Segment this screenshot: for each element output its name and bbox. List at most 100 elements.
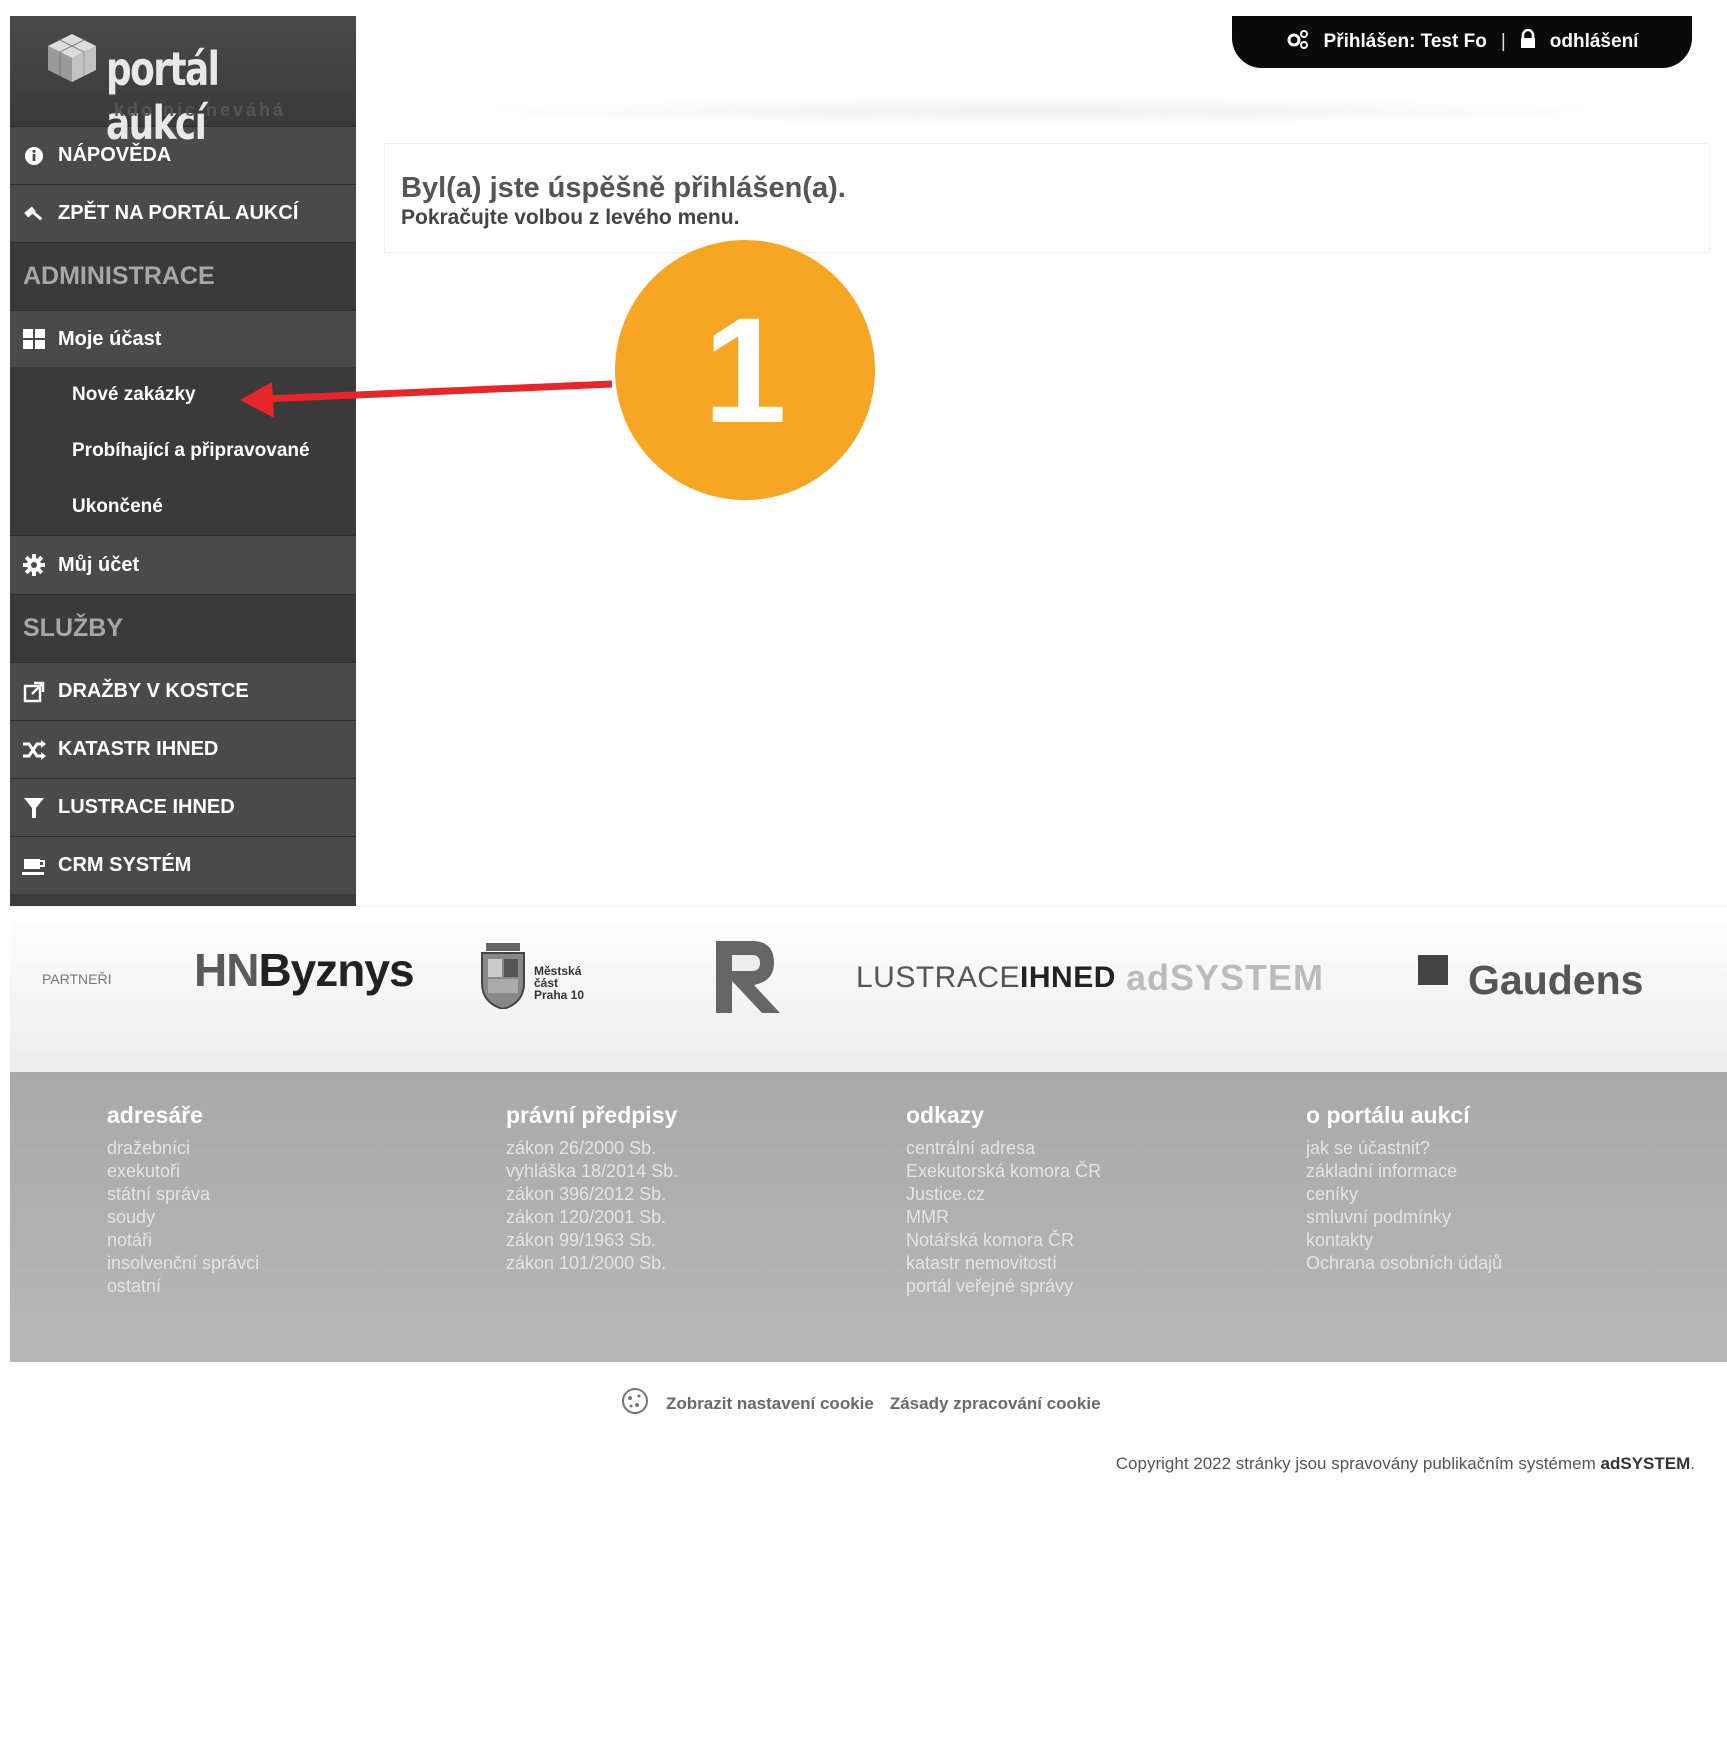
praha10-line: Praha 10: [534, 988, 585, 1002]
footer-link[interactable]: katastr nemovitostí: [906, 1252, 1101, 1275]
nav-item-label: KATASTR IHNED: [58, 738, 219, 760]
partners-label: PARTNEŘI: [42, 971, 112, 987]
footer-link[interactable]: exekutoři: [107, 1160, 259, 1183]
partner-logo-r[interactable]: [708, 937, 788, 1017]
sidebar: portál aukcí kdo nic neváhá NÁPOVĚDA ZPĚ…: [10, 16, 356, 906]
nav-item-katastr-ihned[interactable]: KATASTR IHNED: [10, 720, 356, 778]
footer-col-title: právní předpisy: [506, 1102, 678, 1128]
cube-logo-icon: [48, 34, 96, 82]
footer-link[interactable]: ostatní: [107, 1275, 259, 1298]
logout-link[interactable]: odhlášení: [1550, 31, 1639, 53]
footer-col-title: o portálu aukcí: [1306, 1102, 1470, 1128]
lustrace-text: LUSTRACE: [856, 961, 1021, 994]
nav-item-label: CRM SYSTÉM: [58, 854, 192, 876]
header-shadow: [420, 96, 1660, 126]
footer-link[interactable]: soudy: [107, 1206, 259, 1229]
cookie-settings-link[interactable]: Zobrazit nastavení cookie: [666, 1394, 874, 1414]
login-message-box: Byl(a) jste úspěšně přihlášen(a). Pokrač…: [384, 143, 1710, 253]
logo-text: portál aukcí: [106, 42, 220, 150]
info-icon: [22, 144, 46, 168]
sidebar-item-nove-zakazky[interactable]: Nové zakázky: [10, 367, 356, 423]
footer-link[interactable]: Exekutorská komora ČR: [906, 1160, 1101, 1183]
footer-link[interactable]: Justice.cz: [906, 1183, 1101, 1206]
section-header-sluzby: SLUŽBY: [10, 594, 356, 662]
nav-item-moje-ucast[interactable]: Moje účast: [10, 310, 356, 367]
footer-col-pravni-predpisy: právní předpisy zákon 26/2000 Sb. vyhláš…: [506, 1102, 678, 1275]
sidebar-item-probihajici[interactable]: Probíhající a připravované: [10, 423, 356, 479]
section-header-administrace: ADMINISTRACE: [10, 242, 356, 310]
cookie-policy-link[interactable]: Zásady zpracování cookie: [890, 1394, 1101, 1414]
footer-link[interactable]: zákon 120/2001 Sb.: [506, 1206, 678, 1229]
sidebar-item-ukoncene[interactable]: Ukončené: [10, 479, 356, 535]
footer-link[interactable]: Ochrana osobních údajů: [1306, 1252, 1502, 1275]
footer-link[interactable]: zákon 396/2012 Sb.: [506, 1183, 678, 1206]
cogs-icon: [1286, 28, 1310, 56]
footer-link[interactable]: zákon 26/2000 Sb.: [506, 1137, 678, 1160]
message-title: Byl(a) jste úspěšně přihlášen(a).: [401, 172, 846, 204]
footer-link[interactable]: dražebníci: [107, 1137, 259, 1160]
logged-in-user[interactable]: Přihlášen: Test Fo: [1324, 31, 1487, 53]
nav-item-muj-ucet[interactable]: Můj účet: [10, 535, 356, 594]
nav-item-lustrace-ihned[interactable]: LUSTRACE IHNED: [10, 778, 356, 836]
footer-link[interactable]: zákon 99/1963 Sb.: [506, 1229, 678, 1252]
copyright-brand-link[interactable]: adSYSTEM: [1601, 1454, 1691, 1473]
shuffle-icon: [22, 738, 46, 762]
partner-logo-praha10[interactable]: Městská část Praha 10: [480, 943, 610, 1015]
partner-logo-hnbyznys[interactable]: HNByznys: [194, 943, 415, 997]
gaudens-square-icon: [1418, 955, 1448, 985]
footer-link[interactable]: Notářská komora ČR: [906, 1229, 1101, 1252]
partner-logo-lustrace[interactable]: LUSTRACEIHNED: [856, 961, 1116, 995]
coat-of-arms-icon: [481, 943, 525, 1011]
footer-col-adresare: adresáře dražebníci exekutoři státní spr…: [107, 1102, 259, 1298]
footer-col-title: adresáře: [107, 1102, 203, 1128]
logo[interactable]: portál aukcí kdo nic neváhá: [10, 16, 356, 150]
footer-link[interactable]: vyhláška 18/2014 Sb.: [506, 1160, 678, 1183]
grid-icon: [22, 327, 46, 351]
footer-link[interactable]: jak se účastnit?: [1306, 1137, 1502, 1160]
footer-col-odkazy: odkazy centrální adresa Exekutorská komo…: [906, 1102, 1101, 1298]
copyright-end: .: [1690, 1454, 1695, 1473]
cookie-row: Zobrazit nastavení cookie Zásady zpracov…: [620, 1386, 1101, 1421]
nav-item-crm-system[interactable]: CRM SYSTÉM: [10, 836, 356, 894]
partner-logo-gaudens[interactable]: Gaudens: [1468, 957, 1643, 1004]
partners-strip: PARTNEŘI HNByznys Městská část Praha 10 …: [10, 906, 1727, 1073]
footer-link[interactable]: ceníky: [1306, 1183, 1502, 1206]
footer-link[interactable]: portál veřejné správy: [906, 1275, 1101, 1298]
lock-icon: [1520, 28, 1536, 55]
ihned-text: IHNED: [1020, 961, 1116, 994]
footer-link[interactable]: smluvní podmínky: [1306, 1206, 1502, 1229]
gear-icon: [22, 553, 46, 577]
nav-item-label: DRAŽBY V KOSTCE: [58, 680, 249, 702]
partner-logo-adsystem[interactable]: adSYSTEM: [1126, 957, 1324, 999]
footer-link[interactable]: centrální adresa: [906, 1137, 1101, 1160]
footer-col-o-portalu: o portálu aukcí jak se účastnit? základn…: [1306, 1102, 1502, 1275]
footer-link[interactable]: notáři: [107, 1229, 259, 1252]
nav-item-label: ZPĚT NA PORTÁL AUKCÍ: [58, 202, 299, 224]
nav-item-label: Moje účast: [58, 327, 162, 350]
byznys-text: Byznys: [258, 944, 414, 996]
copyright: Copyright 2022 stránky jsou spravovány p…: [1116, 1454, 1695, 1474]
footer-link[interactable]: státní správa: [107, 1183, 259, 1206]
footer-col-title: odkazy: [906, 1102, 984, 1128]
hn-text: HN: [194, 944, 259, 996]
user-bar-separator: |: [1500, 31, 1506, 52]
annotation-step-badge: 1: [615, 240, 875, 500]
user-bar: Přihlášen: Test Fo | odhlášení: [1232, 16, 1692, 68]
coffee-icon: [22, 854, 46, 878]
footer-link[interactable]: MMR: [906, 1206, 1101, 1229]
filter-icon: [22, 796, 46, 820]
footer-link[interactable]: základní informace: [1306, 1160, 1502, 1183]
nav-item-drazby-v-kostce[interactable]: DRAŽBY V KOSTCE: [10, 662, 356, 720]
copyright-text: Copyright 2022 stránky jsou spravovány p…: [1115, 1454, 1596, 1473]
gavel-icon: [22, 202, 46, 226]
message-subtitle: Pokračujte volbou z levého menu.: [401, 206, 740, 229]
praha10-text: Městská část Praha 10: [534, 965, 584, 1001]
footer-link[interactable]: kontakty: [1306, 1229, 1502, 1252]
nav-item-zpet-na-portal[interactable]: ZPĚT NA PORTÁL AUKCÍ: [10, 184, 356, 242]
nav-item-label: LUSTRACE IHNED: [58, 796, 235, 818]
footer-link[interactable]: insolvenční správci: [107, 1252, 259, 1275]
nav-item-label: Můj účet: [58, 553, 140, 576]
external-link-icon: [22, 680, 46, 704]
footer-links: adresáře dražebníci exekutoři státní spr…: [10, 1072, 1727, 1362]
footer-link[interactable]: zákon 101/2000 Sb.: [506, 1252, 678, 1275]
